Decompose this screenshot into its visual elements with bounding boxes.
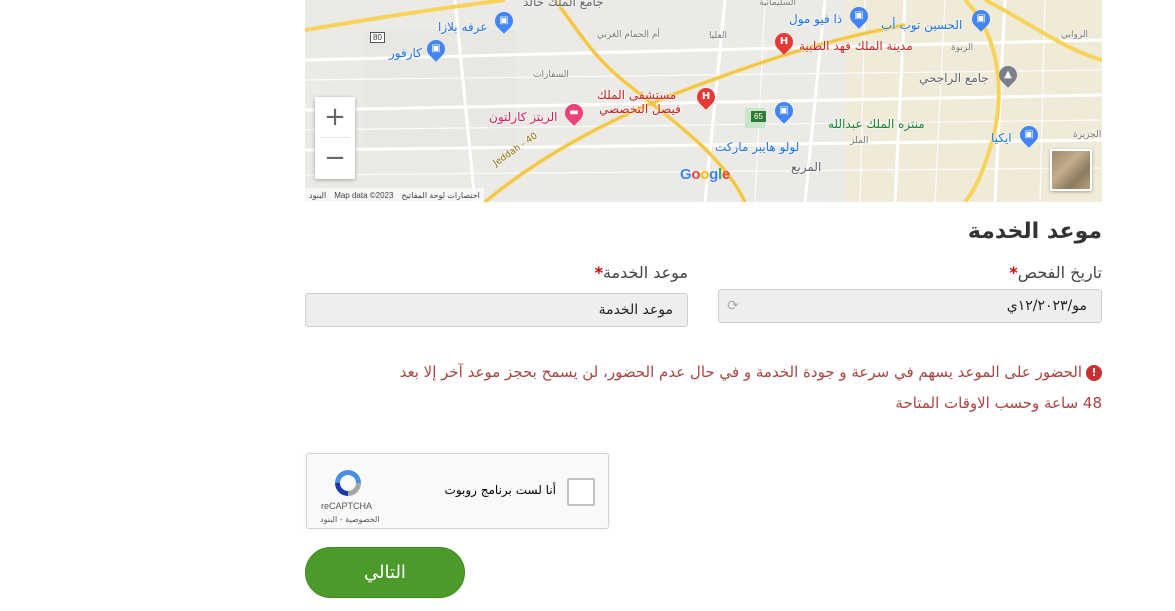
- map-terms-link[interactable]: البنود: [309, 191, 326, 200]
- exam-date-value: مو/١٢/٢٠٢٣ي: [1006, 298, 1087, 314]
- place-arafah-plaza[interactable]: عرفه بلازا: [438, 20, 487, 34]
- shopping-pin-icon[interactable]: ▣: [968, 6, 994, 32]
- service-time-select[interactable]: موعد الخدمة: [305, 293, 688, 327]
- map-data-label: Map data ©2023: [334, 190, 394, 200]
- exam-date-label-text: تاريخ الفحص: [1017, 263, 1102, 282]
- place-carrefour[interactable]: كارفور: [389, 46, 422, 60]
- warning-icon: !: [1086, 365, 1102, 381]
- google-logo-letter: g: [709, 166, 718, 183]
- place-faisal-hospital[interactable]: مستشفى الملك: [597, 88, 676, 102]
- recaptcha-checkbox[interactable]: [567, 478, 595, 506]
- place-ikea[interactable]: ايكيا: [991, 131, 1012, 145]
- google-logo-letter: e: [721, 166, 730, 183]
- service-time-value: موعد الخدمة: [598, 302, 673, 318]
- recaptcha-widget: أنا لست برنامج روبوت reCAPTCHA الخصوصية …: [306, 453, 609, 529]
- recaptcha-logo-icon: [335, 470, 361, 496]
- place-lulu[interactable]: لولو هايبر ماركت: [715, 140, 799, 154]
- shopping-pin-icon[interactable]: ▣: [1016, 122, 1042, 148]
- place-malaz: الملز: [850, 136, 869, 146]
- map-footer: البنود Map data ©2023 اختصارات لوحة المف…: [305, 188, 484, 202]
- shopping-pin-icon[interactable]: ▣: [771, 98, 797, 124]
- zoom-out-button[interactable]: −: [315, 138, 355, 178]
- hospital-pin-icon[interactable]: H: [693, 84, 719, 110]
- recaptcha-label: أنا لست برنامج روبوت: [444, 483, 556, 497]
- notice-line-1: الحضور على الموعد يسهم في سرعة و جودة ال…: [399, 363, 1082, 381]
- place-sulaimaniyah: السليمانية: [759, 0, 796, 8]
- place-olaya: العليا: [709, 31, 728, 41]
- attendance-notice: !الحضور على الموعد يسهم في سرعة و جودة ا…: [302, 357, 1102, 419]
- required-mark: *: [1009, 263, 1018, 282]
- next-button[interactable]: التالي: [305, 547, 465, 598]
- place-king-abdullah-park[interactable]: منتزه الملك عبدالله: [828, 117, 925, 131]
- refresh-icon[interactable]: ⟳: [725, 298, 741, 314]
- service-time-label: موعد الخدمة*: [595, 263, 688, 282]
- hotel-pin-icon[interactable]: ▬: [561, 100, 587, 126]
- place-hammam: أم الحمام الغربي: [597, 30, 660, 40]
- place-ritz-carlton[interactable]: الريتز كارلتون: [489, 110, 557, 124]
- road-badge-80: 80: [370, 32, 385, 43]
- place-hussein-tob[interactable]: الحسين توب أب: [881, 18, 962, 32]
- place-rabwa: الربوة: [951, 43, 974, 53]
- map[interactable]: جامع الملك خالد عرفه بلازا كارفور ذا فيو…: [305, 0, 1102, 202]
- place-jazeera: الجزيرة: [1073, 130, 1102, 140]
- hospital-pin-icon[interactable]: H: [771, 29, 797, 55]
- place-rawabi: الروابي: [1061, 30, 1089, 40]
- google-logo-letter: o: [691, 166, 701, 183]
- google-logo-letter: o: [700, 166, 710, 183]
- recaptcha-links[interactable]: الخصوصية - البنود: [320, 515, 380, 524]
- google-logo: Google: [680, 166, 730, 183]
- shopping-pin-icon[interactable]: ▣: [423, 36, 449, 62]
- required-mark: *: [594, 263, 603, 282]
- section-title: موعد الخدمة: [967, 219, 1102, 244]
- keyboard-shortcuts-link[interactable]: اختصارات لوحة المفاتيح: [401, 191, 479, 200]
- place-king-khalid-mosque: جامع الملك خالد: [523, 0, 604, 9]
- place-king-fahd-medical[interactable]: مدينة الملك فهد الطبية: [799, 39, 913, 53]
- service-time-label-text: موعد الخدمة: [602, 263, 688, 282]
- exam-date-input[interactable]: مو/١٢/٢٠٢٣ي ⟳: [718, 289, 1102, 323]
- shopping-pin-icon[interactable]: ▣: [846, 3, 872, 29]
- exam-date-label: تاريخ الفحص*: [1009, 263, 1102, 282]
- place-faisal-hospital-line2: فيصل التخصصي: [599, 102, 681, 116]
- satellite-toggle-button[interactable]: [1050, 149, 1092, 191]
- mosque-pin-icon[interactable]: ▲: [995, 62, 1021, 88]
- shopping-pin-icon[interactable]: ▣: [491, 8, 517, 34]
- place-view-mall[interactable]: ذا فيو مول: [789, 12, 842, 26]
- recaptcha-brand: reCAPTCHA: [321, 501, 373, 511]
- road-badge-65: 65: [751, 111, 766, 122]
- place-murabba: المربع: [791, 160, 822, 174]
- notice-line-2: 48 ساعة وحسب الاوقات المتاحة: [895, 394, 1102, 412]
- google-logo-letter: G: [680, 166, 692, 183]
- place-rajhi-mosque[interactable]: جامع الراجحي: [919, 71, 989, 85]
- zoom-in-button[interactable]: +: [315, 97, 355, 137]
- place-safarat: السفارات: [533, 70, 569, 80]
- zoom-controls: + −: [315, 97, 355, 179]
